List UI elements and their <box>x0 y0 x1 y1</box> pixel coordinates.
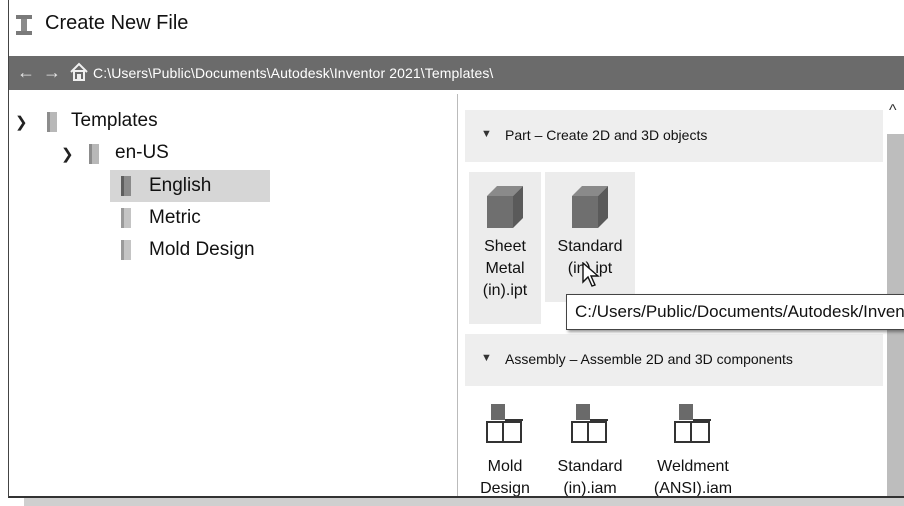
folder-icon <box>121 240 131 260</box>
tree-item-en-us[interactable]: en-US <box>115 138 169 168</box>
template-folder-tree: ❯ Templates ❯ en-US English Metric Mold … <box>9 94 458 496</box>
window-title: Create New File <box>45 12 189 34</box>
forward-arrow-icon[interactable]: → <box>43 62 61 83</box>
mouse-cursor-icon <box>582 262 600 287</box>
tile-label-line: (in).ipt <box>482 282 528 299</box>
section-header-assembly[interactable]: ▼ Assembly – Assemble 2D and 3D componen… <box>465 334 883 386</box>
assembly-blocks-icon <box>571 404 608 443</box>
home-icon[interactable] <box>69 62 89 82</box>
folder-icon <box>121 208 131 228</box>
scroll-up-icon[interactable]: ^ <box>889 102 897 120</box>
tooltip-text: C:/Users/Public/Documents/Autodesk/Inven… <box>575 302 904 321</box>
folder-icon <box>47 112 57 132</box>
current-path: C:\Users\Public\Documents\Autodesk\Inven… <box>93 65 494 81</box>
create-new-file-dialog: Create New File ← → C:\Users\Public\Docu… <box>8 0 904 498</box>
folder-icon <box>89 144 99 164</box>
tile-label-line: Standard <box>557 238 623 255</box>
folder-icon <box>121 176 131 196</box>
collapse-triangle-icon[interactable]: ▼ <box>481 128 492 140</box>
section-label: Assembly – Assemble 2D and 3D components <box>505 351 793 367</box>
tile-label-line: Sheet <box>484 238 526 255</box>
file-path-tooltip: C:/Users/Public/Documents/Autodesk/Inven… <box>566 294 904 330</box>
assembly-blocks-icon <box>486 404 523 443</box>
tile-label-line: Design <box>480 480 530 496</box>
tile-label-line: Mold <box>487 458 523 475</box>
part-cube-icon <box>487 186 523 228</box>
part-cube-icon <box>572 186 608 228</box>
tree-item-english[interactable]: English <box>149 171 211 201</box>
tile-label-line: (in).iam <box>563 480 617 496</box>
chevron-down-icon[interactable]: ❯ <box>61 145 74 163</box>
chevron-down-icon[interactable]: ❯ <box>15 113 28 131</box>
section-header-part[interactable]: ▼ Part – Create 2D and 3D objects <box>465 110 883 162</box>
tree-item-templates[interactable]: Templates <box>71 106 158 136</box>
inventor-app-icon <box>16 15 32 35</box>
template-tile-weldment[interactable]: Weldment (ANSI).iam <box>645 394 741 496</box>
collapse-triangle-icon[interactable]: ▼ <box>481 352 492 364</box>
tree-item-mold-design[interactable]: Mold Design <box>149 235 255 265</box>
tile-label-line: Metal <box>485 260 525 277</box>
template-tile-mold-design[interactable]: Mold Design <box>469 394 541 496</box>
path-bar: ← → C:\Users\Public\Documents\Autodesk\I… <box>9 56 904 90</box>
template-tile-sheet-metal[interactable]: Sheet Metal (in).ipt <box>469 172 541 324</box>
section-label: Part – Create 2D and 3D objects <box>505 127 708 143</box>
tile-label-line: Weldment <box>657 458 729 475</box>
title-bar: Create New File <box>9 0 904 52</box>
template-tile-standard-iam[interactable]: Standard (in).iam <box>545 394 635 496</box>
tree-item-metric[interactable]: Metric <box>149 203 201 233</box>
assembly-blocks-icon <box>674 404 711 443</box>
tile-label-line: Standard <box>557 458 623 475</box>
back-arrow-icon[interactable]: ← <box>17 62 35 83</box>
tile-label-line: (ANSI).iam <box>653 480 733 496</box>
